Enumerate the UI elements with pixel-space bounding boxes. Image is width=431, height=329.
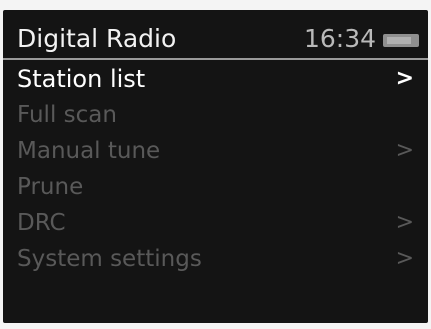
menu-item-label: Prune xyxy=(17,174,84,200)
menu-item-label: Station list xyxy=(17,65,146,93)
clock: 16:34 xyxy=(303,24,376,53)
status-header: Digital Radio 16:34 xyxy=(3,10,428,60)
menu-item-label: DRC xyxy=(17,210,66,236)
screen-title: Digital Radio xyxy=(17,24,177,53)
device-bezel: Digital Radio 16:34 Station list > Full … xyxy=(0,0,431,329)
menu-item-prune[interactable]: Prune xyxy=(3,170,428,206)
chevron-right-icon: > xyxy=(395,210,414,235)
menu-item-label: System settings xyxy=(17,246,202,272)
menu-item-label: Manual tune xyxy=(17,138,161,164)
chevron-right-icon: > xyxy=(395,246,414,271)
menu-item-station-list[interactable]: Station list > xyxy=(3,62,428,98)
menu-item-label: Full scan xyxy=(17,102,117,128)
menu-item-manual-tune[interactable]: Manual tune > xyxy=(3,134,428,170)
menu-item-full-scan[interactable]: Full scan xyxy=(3,98,428,134)
chevron-right-icon: > xyxy=(395,66,414,91)
battery-icon xyxy=(383,34,419,47)
chevron-right-icon: > xyxy=(395,138,414,163)
menu-list: Station list > Full scan Manual tune > P… xyxy=(3,62,428,278)
menu-item-system-settings[interactable]: System settings > xyxy=(3,242,428,278)
radio-display: Digital Radio 16:34 Station list > Full … xyxy=(3,10,428,323)
menu-item-drc[interactable]: DRC > xyxy=(3,206,428,242)
